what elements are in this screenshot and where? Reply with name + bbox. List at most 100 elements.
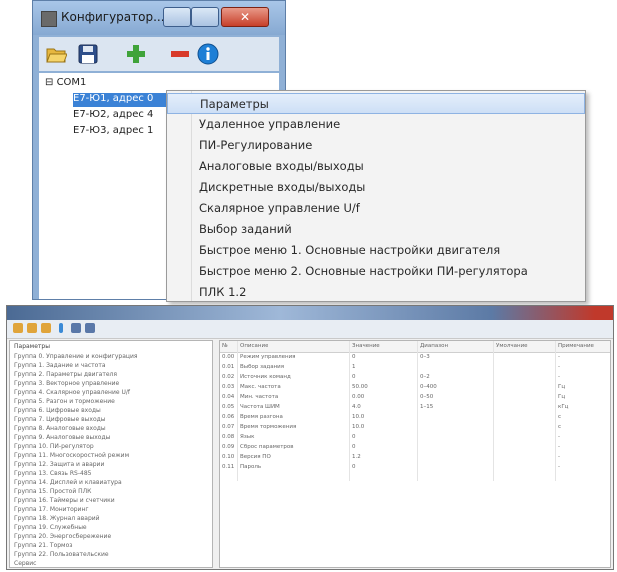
table-cell[interactable]: 0.03: [222, 384, 236, 393]
list-item[interactable]: Группа 17. Мониторинг: [14, 506, 89, 515]
list-item[interactable]: Группа 16. Таймеры и счетчики: [14, 497, 115, 506]
menu-item-pi-regulation[interactable]: ПИ-Регулирование: [167, 135, 585, 156]
table-cell[interactable]: Гц: [558, 394, 606, 403]
table-cell[interactable]: 0.09: [222, 444, 236, 453]
table-cell[interactable]: [420, 424, 492, 433]
folder-icon[interactable]: [41, 323, 51, 333]
table-cell[interactable]: [496, 454, 554, 463]
menu-item-plc[interactable]: ПЛК 1.2: [167, 282, 585, 303]
table-cell[interactable]: Режим управления: [240, 354, 348, 363]
table-cell[interactable]: [496, 444, 554, 453]
column-header[interactable]: Умолчание: [496, 343, 528, 352]
table-cell[interactable]: [420, 364, 492, 373]
table-cell[interactable]: [496, 404, 554, 413]
table-cell[interactable]: 0: [352, 374, 416, 383]
table-cell[interactable]: с: [558, 414, 606, 423]
table-cell[interactable]: Версия ПО: [240, 454, 348, 463]
table-cell[interactable]: 0–400: [420, 384, 492, 393]
table-cell[interactable]: [496, 364, 554, 373]
list-item[interactable]: Группа 5. Разгон и торможение: [14, 398, 115, 407]
table-cell[interactable]: Время торможения: [240, 424, 348, 433]
column-header[interactable]: Описание: [240, 343, 268, 352]
table-cell[interactable]: 1: [352, 364, 416, 373]
menu-item-quick-menu-2[interactable]: Быстрое меню 2. Основные настройки ПИ-ре…: [167, 261, 585, 282]
floppy-save-icon[interactable]: [77, 43, 99, 65]
minimize-button[interactable]: [163, 7, 191, 27]
close-button[interactable]: ✕: [221, 7, 269, 27]
table-cell[interactable]: [420, 414, 492, 423]
table-cell[interactable]: Пароль: [240, 464, 348, 473]
table-cell[interactable]: -: [558, 434, 606, 443]
table-cell[interactable]: 0: [352, 444, 416, 453]
table-cell[interactable]: -: [558, 374, 606, 383]
table-cell[interactable]: 0.10: [222, 454, 236, 463]
table-cell[interactable]: -: [558, 354, 606, 363]
table-cell[interactable]: 10.0: [352, 424, 416, 433]
table-cell[interactable]: 0–3: [420, 354, 492, 363]
menu-item-remote-control[interactable]: Удаленное управление: [167, 114, 585, 135]
table-cell[interactable]: [420, 434, 492, 443]
table-cell[interactable]: 4.0: [352, 404, 416, 413]
tree-root-com1[interactable]: ⊟ COM1: [45, 77, 86, 91]
print-icon[interactable]: [85, 323, 95, 333]
table-cell[interactable]: -: [558, 444, 606, 453]
table-cell[interactable]: 0.00: [222, 354, 236, 363]
list-item[interactable]: Группа 22. Пользовательские: [14, 551, 109, 560]
folder-icon[interactable]: [27, 323, 37, 333]
menu-item-discrete-io[interactable]: Дискретные входы/выходы: [167, 177, 585, 198]
table-cell[interactable]: 0–50: [420, 394, 492, 403]
list-item[interactable]: Группа 13. Связь RS-485: [14, 470, 91, 479]
list-item[interactable]: Группа 12. Защита и аварии: [14, 461, 104, 470]
table-cell[interactable]: 0: [352, 464, 416, 473]
menu-item-parameters[interactable]: Параметры: [167, 93, 585, 114]
table-cell[interactable]: Гц: [558, 384, 606, 393]
list-item[interactable]: Группа 15. Простой ПЛК: [14, 488, 91, 497]
table-cell[interactable]: 0.07: [222, 424, 236, 433]
info-icon[interactable]: [59, 323, 63, 333]
list-item[interactable]: Группа 11. Многоскоростной режим: [14, 452, 129, 461]
table-cell[interactable]: Мин. частота: [240, 394, 348, 403]
table-cell[interactable]: Источник команд: [240, 374, 348, 383]
menu-item-analog-io[interactable]: Аналоговые входы/выходы: [167, 156, 585, 177]
column-header[interactable]: №: [222, 343, 228, 352]
table-cell[interactable]: Частота ШИМ: [240, 404, 348, 413]
table-cell[interactable]: [496, 394, 554, 403]
column-header[interactable]: Диапазон: [420, 343, 448, 352]
minus-icon[interactable]: [169, 43, 191, 65]
list-item[interactable]: Группа 2. Параметры двигателя: [14, 371, 117, 380]
menu-item-reference-select[interactable]: Выбор заданий: [167, 219, 585, 240]
table-cell[interactable]: 0.11: [222, 464, 236, 473]
save-icon[interactable]: [71, 323, 81, 333]
table-cell[interactable]: [496, 434, 554, 443]
plus-icon[interactable]: [125, 43, 147, 65]
table-cell[interactable]: 1.2: [352, 454, 416, 463]
table-cell[interactable]: [496, 414, 554, 423]
list-item[interactable]: Группа 21. Тормоз: [14, 542, 72, 551]
info-icon[interactable]: [197, 43, 219, 65]
tree-device-1[interactable]: Е7-Ю1, адрес 0: [73, 93, 173, 107]
list-item[interactable]: Группа 20. Энергосбережение: [14, 533, 111, 542]
title-bar[interactable]: Конфигуратор... ✕: [33, 1, 285, 35]
table-cell[interactable]: -: [558, 454, 606, 463]
table-cell[interactable]: 0.02: [222, 374, 236, 383]
list-item[interactable]: Группа 7. Цифровые выходы: [14, 416, 106, 425]
table-cell[interactable]: Язык: [240, 434, 348, 443]
folder-icon[interactable]: [13, 323, 23, 333]
list-item[interactable]: Группа 8. Аналоговые входы: [14, 425, 106, 434]
table-cell[interactable]: 1–15: [420, 404, 492, 413]
table-cell[interactable]: [496, 464, 554, 473]
table-cell[interactable]: 0: [352, 354, 416, 363]
list-item[interactable]: Сервис: [14, 560, 36, 567]
table-cell[interactable]: [420, 444, 492, 453]
table-cell[interactable]: [420, 464, 492, 473]
table-cell[interactable]: кГц: [558, 404, 606, 413]
table-cell[interactable]: -: [558, 364, 606, 373]
table-cell[interactable]: с: [558, 424, 606, 433]
tree-device-2[interactable]: Е7-Ю2, адрес 4: [73, 109, 153, 123]
table-cell[interactable]: 10.0: [352, 414, 416, 423]
table-cell[interactable]: 0.01: [222, 364, 236, 373]
list-item[interactable]: Группа 18. Журнал аварий: [14, 515, 100, 524]
table-cell[interactable]: 0.00: [352, 394, 416, 403]
list-item[interactable]: Группа 6. Цифровые входы: [14, 407, 101, 416]
maximize-button[interactable]: [191, 7, 219, 27]
